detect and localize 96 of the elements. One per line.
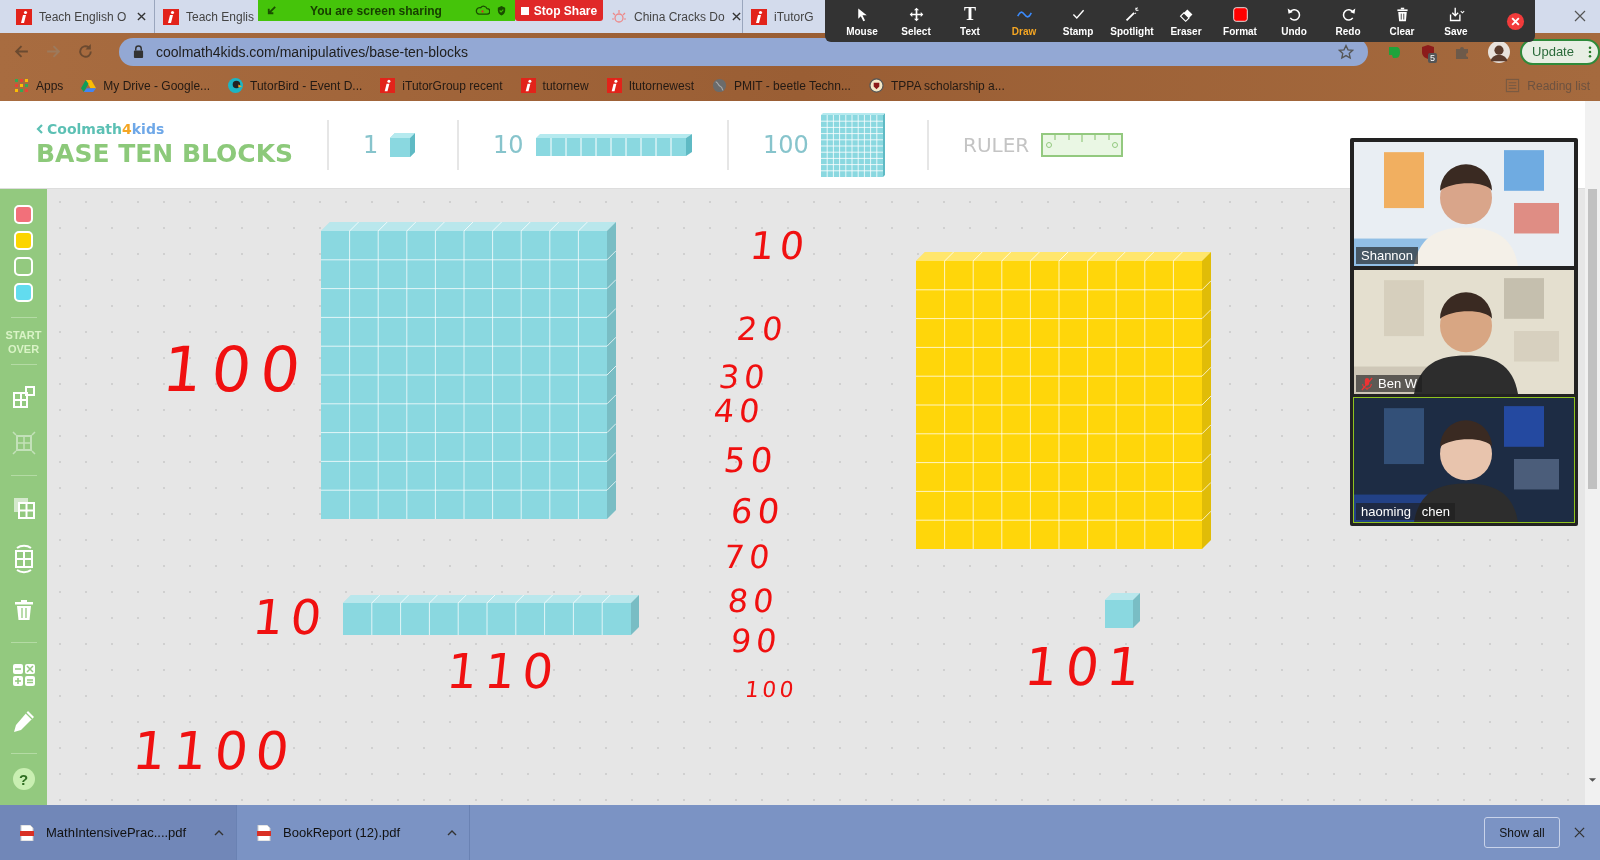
- forward-icon[interactable]: [45, 43, 62, 60]
- grid-icon[interactable]: [11, 431, 36, 455]
- scroll-down-icon[interactable]: [1588, 777, 1597, 783]
- list-icon: [1505, 78, 1521, 93]
- rod-icon: [535, 133, 692, 156]
- handwritten-number: 10: [250, 593, 331, 641]
- reload-icon[interactable]: [76, 43, 94, 60]
- close-icon[interactable]: [1574, 10, 1586, 22]
- handwritten-number: 80: [726, 585, 780, 617]
- update-button[interactable]: Update: [1520, 38, 1600, 65]
- help-button[interactable]: ?: [12, 768, 35, 790]
- color-swatch[interactable]: [14, 231, 33, 250]
- handwritten-number: 20: [735, 313, 789, 345]
- handwritten-number: 30: [717, 361, 771, 393]
- sun-icon: [611, 8, 627, 25]
- handwritten-number: 110: [444, 647, 563, 695]
- star-icon[interactable]: [1338, 43, 1355, 60]
- back-icon[interactable]: [13, 43, 30, 60]
- sharing-status-text: You are screen sharing: [309, 3, 443, 18]
- bookmark-link[interactable]: TutorBird - Event D...: [228, 78, 363, 93]
- logo-icon: [16, 8, 32, 25]
- handwritten-number: 100: [743, 679, 799, 701]
- address-field[interactable]: coolmath4kids.com/manipulatives/base-ten-blocks: [118, 37, 1369, 66]
- download-item[interactable]: BookReport (12).pdf: [237, 805, 470, 860]
- close-icon[interactable]: [137, 12, 146, 21]
- color-swatch[interactable]: [14, 257, 33, 276]
- layers-icon[interactable]: [11, 496, 36, 520]
- cloud-icon[interactable]: [475, 5, 490, 16]
- format-tool-icon: [1231, 5, 1249, 23]
- download-item[interactable]: MathIntensivePrac....pdf: [0, 805, 237, 860]
- app-title: BASE TEN BLOCKS: [36, 138, 294, 169]
- video-tile[interactable]: haoming chen: [1353, 397, 1575, 523]
- logo-icon: [751, 8, 767, 25]
- spotlight-tool-icon: [1123, 5, 1141, 23]
- stop-share-button[interactable]: Stop Share: [515, 0, 603, 21]
- cube-icon: [390, 132, 417, 157]
- bookmark-link[interactable]: iTutorGroup recent: [380, 78, 503, 93]
- video-tile[interactable]: Ben W: [1353, 269, 1575, 395]
- arrow-icon[interactable]: [266, 5, 277, 16]
- bookmark-link[interactable]: TPPA scholarship a...: [868, 78, 1005, 93]
- extension-badge: 5: [1428, 52, 1438, 63]
- handwritten-number: 1100: [130, 725, 300, 777]
- ten-rod-block[interactable]: [343, 595, 639, 635]
- close-icon[interactable]: [1506, 11, 1525, 31]
- bookmark-link[interactable]: Itutornewest: [606, 78, 694, 93]
- hundred-flat-block[interactable]: [916, 252, 1211, 549]
- handwritten-number: 50: [722, 443, 780, 477]
- globe-icon: [712, 78, 727, 93]
- lock-icon: [132, 45, 144, 58]
- participant-name-label: Ben W: [1356, 375, 1422, 392]
- annotation-tool[interactable]: Save: [1429, 1, 1483, 41]
- participant-name-label: haoming chen: [1356, 503, 1455, 520]
- handwritten-number: 70: [722, 541, 776, 573]
- participant-name-label: Shannon: [1356, 247, 1419, 264]
- pencil-icon[interactable]: [11, 709, 36, 733]
- profile-avatar[interactable]: [1488, 40, 1511, 63]
- caret-icon[interactable]: [447, 829, 457, 836]
- handwritten-number: 10: [748, 227, 812, 265]
- seal-icon: [868, 78, 884, 93]
- handwritten-number: 100: [159, 339, 313, 401]
- logo-icon: [520, 78, 536, 93]
- handwritten-number: 101: [1022, 641, 1151, 693]
- pdf-file-icon: [257, 824, 271, 841]
- save-tool-icon: [1447, 5, 1465, 23]
- logo-icon: [163, 8, 179, 25]
- hundred-flat-block[interactable]: [321, 222, 616, 519]
- handwritten-number: 60: [729, 494, 787, 528]
- select-tool-icon: [907, 5, 925, 23]
- triangle-icon: [81, 78, 97, 93]
- blocks-icon[interactable]: [11, 385, 36, 409]
- logo-icon: [380, 78, 396, 93]
- close-icon[interactable]: [731, 12, 741, 21]
- bookmark-link[interactable]: PMIT - beetle Techn...: [712, 78, 851, 93]
- bookmark-link[interactable]: My Drive - Google...: [81, 78, 211, 93]
- more-icon: [1588, 45, 1592, 58]
- color-swatch[interactable]: [14, 283, 33, 302]
- show-all-button[interactable]: Show all: [1484, 817, 1560, 848]
- scrollbar[interactable]: [1585, 101, 1600, 805]
- unit-cube-block[interactable]: [1105, 593, 1140, 628]
- video-tile[interactable]: Shannon: [1353, 141, 1575, 267]
- caret-icon[interactable]: [214, 829, 224, 836]
- pdf-file-icon: [20, 824, 34, 841]
- bookmark-link[interactable]: Apps: [14, 78, 64, 93]
- annotation-tool[interactable]: Clear: [1375, 1, 1429, 41]
- flat-icon: [820, 112, 885, 177]
- color-swatch[interactable]: [14, 205, 33, 224]
- shield-icon[interactable]: [496, 5, 507, 16]
- logo-icon: [606, 78, 622, 93]
- bookmark-link[interactable]: tutornew: [520, 78, 589, 93]
- handwritten-number: 90: [729, 625, 783, 657]
- apps-grid-icon: [14, 78, 29, 93]
- calculator-icon[interactable]: [11, 663, 36, 687]
- handwritten-number: 40: [712, 395, 766, 427]
- ruler-icon: [1041, 132, 1124, 157]
- chevron-icon: [36, 123, 44, 134]
- bird-icon: [228, 78, 244, 93]
